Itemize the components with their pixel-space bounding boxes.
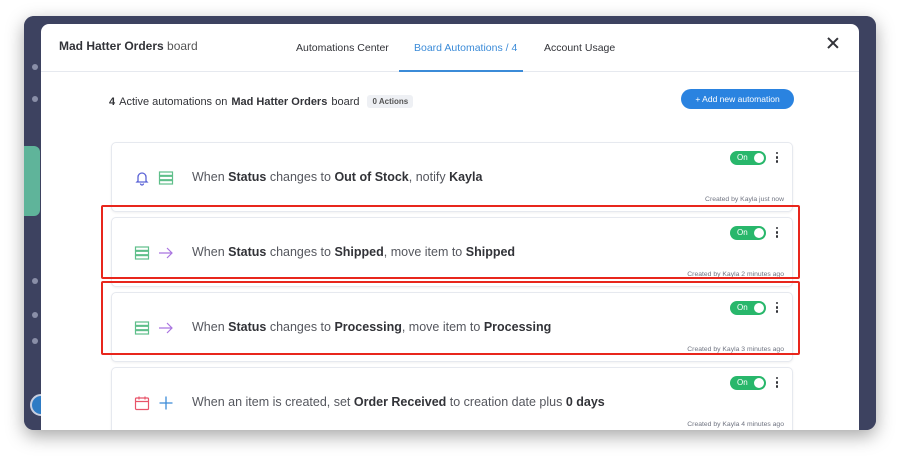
recipe-icons [134, 170, 174, 186]
summary-board-name: Mad Hatter Orders [231, 95, 328, 108]
more-options-icon[interactable] [774, 377, 780, 391]
created-by-text: Created by Kayla just now [705, 196, 784, 203]
recipe-text: When [192, 170, 229, 184]
toggle-knob [754, 153, 764, 163]
sidebar-dot [32, 64, 38, 70]
add-automation-button[interactable]: + Add new automation [681, 89, 794, 109]
active-count: 4 [109, 95, 116, 108]
more-options-icon[interactable] [774, 152, 780, 166]
automation-card[interactable]: When Status changes to Out of Stock, not… [111, 142, 793, 212]
recipe-text: changes to [266, 170, 335, 184]
bell-icon [135, 172, 149, 186]
sidebar-dot [32, 96, 38, 102]
sidebar-dot [32, 278, 38, 284]
summary-text: board [331, 95, 360, 108]
tab-board-automations[interactable]: Board Automations / 4 [414, 42, 517, 54]
recipe-value: Out of Stock [334, 170, 409, 184]
automation-toggle[interactable]: On [730, 151, 766, 165]
toggle-knob [754, 378, 764, 388]
highlight-box [101, 205, 800, 279]
close-icon[interactable] [825, 36, 841, 52]
board-name: Mad Hatter Orders [59, 39, 164, 53]
automation-card[interactable]: When an item is created, set Order Recei… [111, 367, 793, 430]
board-icon [158, 171, 174, 185]
recipe-text: to creation date plus [446, 395, 566, 409]
sidebar-dot [32, 312, 38, 318]
tab-automations-center[interactable]: Automations Center [296, 42, 389, 54]
toggle-label: On [737, 378, 748, 387]
board-suffix: board [163, 39, 198, 53]
highlight-box [101, 281, 800, 355]
automation-sentence: When an item is created, set Order Recei… [192, 395, 605, 409]
modal-header: Mad Hatter Orders board Automations Cent… [41, 24, 859, 72]
toggle-label: On [737, 153, 748, 162]
recipe-text: When an item is created, set [192, 395, 354, 409]
automations-summary: 4 Active automations on Mad Hatter Order… [109, 95, 414, 108]
automation-sentence: When Status changes to Out of Stock, not… [192, 170, 482, 184]
actions-badge: 0 Actions [367, 95, 414, 108]
recipe-icons [134, 395, 174, 411]
plus-icon [159, 396, 173, 410]
recipe-field: Status [228, 170, 267, 184]
summary-text: Active automations on [119, 95, 228, 108]
sidebar-dot [32, 338, 38, 344]
board-title: Mad Hatter Orders board [59, 39, 198, 53]
tab-account-usage[interactable]: Account Usage [544, 42, 615, 54]
recipe-value: Kayla [449, 170, 483, 184]
upgrade-side-tab[interactable] [24, 146, 40, 216]
recipe-text: , notify [408, 170, 450, 184]
created-by-text: Created by Kayla 4 minutes ago [687, 421, 784, 428]
recipe-field: Order Received [353, 395, 447, 409]
automation-toggle[interactable]: On [730, 376, 766, 390]
recipe-value: 0 days [565, 395, 605, 409]
active-tab-indicator [399, 70, 523, 72]
calendar-icon [134, 396, 150, 411]
